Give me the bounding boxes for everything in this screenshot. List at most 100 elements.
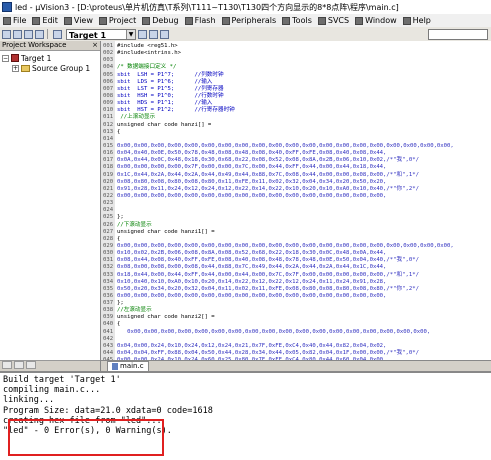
- line-text: #include<intrins.h>: [117, 50, 181, 57]
- target-select[interactable]: Target 1 ▼: [66, 28, 136, 40]
- menu-item-tools[interactable]: Tools: [282, 16, 312, 25]
- download-icon[interactable]: [53, 29, 62, 39]
- code-line: 018 0x00,0x00,0x00,0x00,0x7F,0x00,0x00,0x…: [103, 164, 491, 171]
- tab-files[interactable]: [2, 361, 12, 369]
- batch-build-icon[interactable]: [24, 29, 33, 39]
- tab-regs[interactable]: [14, 361, 24, 369]
- file-extensions-icon[interactable]: [149, 29, 158, 39]
- menu-item-label: Help: [412, 16, 431, 25]
- code-line: 031 0x08,0x44,0x08,0x40,0xFF,0xFE,0x08,0x…: [103, 257, 491, 264]
- line-number: 022: [103, 192, 114, 199]
- menu-item-label: Flash: [194, 16, 216, 25]
- close-icon[interactable]: ×: [92, 41, 98, 50]
- line-text: 0x08,0x00,0x08,0x00,0x08,0x44,0x88,0x7C,…: [117, 264, 387, 271]
- line-text: //上滚动显示: [117, 114, 156, 121]
- line-number: 032: [103, 264, 114, 271]
- line-number: 042: [103, 335, 114, 342]
- menu-item-label: View: [73, 16, 93, 25]
- menu-bar: File Edit View Project Debug Flash Peripherals…: [0, 14, 491, 27]
- tree-node-label: Source Group 1: [32, 63, 91, 73]
- toolbar-separator: [47, 29, 48, 39]
- line-number: 038: [103, 307, 114, 314]
- code-line: 012 unsigned char code hanzi[] =: [103, 122, 491, 129]
- menu-item-view[interactable]: View: [63, 16, 93, 25]
- menu-item-edit[interactable]: Edit: [32, 16, 58, 25]
- tab-books[interactable]: [26, 361, 36, 369]
- menu-item-help[interactable]: Help: [402, 16, 431, 25]
- line-number: 023: [103, 200, 114, 207]
- code-line: 014: [103, 136, 491, 143]
- line-text: 0x0A,0x44,0x0C,0x48,0x18,0x30,0x68,0x22,…: [117, 157, 419, 164]
- menu-item-label: SVCS: [327, 16, 350, 25]
- code-line: 043 0x04,0x00,0x24,0x10,0x24,0x12,0x24,0x…: [103, 343, 491, 350]
- stop-build-icon[interactable]: [35, 29, 44, 39]
- code-line: 044 0x04,0x04,0xFF,0x88,0x04,0x50,0x44,0x…: [103, 350, 491, 357]
- window-title: led - μVision3 - [D:\proteus\单片机仿真\T系列\T…: [15, 2, 399, 12]
- folder-icon: [21, 64, 30, 72]
- menu-item-file[interactable]: File: [3, 16, 26, 25]
- code-line: 041 0x00,0x00,0x00,0x00,0x00,0x00,0x00,0…: [103, 329, 491, 336]
- code-line: 038//左滚动显示: [103, 307, 491, 314]
- line-number: 036: [103, 292, 114, 299]
- code-lines: 001 #include <reg51.h> 002 #include<intrins…: [103, 43, 491, 360]
- output-line: compiling main.c...: [3, 385, 101, 396]
- code-line: 034 0x10,0x40,0x10,0xA0,0x10,0x20,0x14,0x…: [103, 279, 491, 286]
- collapse-icon[interactable]: −: [2, 54, 9, 62]
- menu-item-window[interactable]: Window: [355, 16, 397, 25]
- workspace-title: Project Workspace: [2, 41, 67, 49]
- editor-tab-bar: main.c: [101, 360, 491, 371]
- line-number: 029: [103, 242, 114, 249]
- rebuild-icon[interactable]: [13, 29, 22, 39]
- menu-item-label: Edit: [42, 16, 58, 25]
- code-line: 013{: [103, 129, 491, 136]
- expand-icon[interactable]: +: [12, 64, 19, 72]
- line-text: sbit LSH = P1^7; //列数时钟: [117, 71, 224, 78]
- output-line: Build target 'Target 1': [3, 375, 121, 385]
- line-number: 005: [103, 71, 114, 78]
- code-line: 021 0x91,0x28,0x11,0x24,0x12,0x24,0x12,0x…: [103, 186, 491, 193]
- line-text: 0x08,0x80,0x08,0x80,0x08,0x80,0x11,0xFE,…: [117, 178, 387, 185]
- menu-item-debug[interactable]: Debug: [142, 16, 179, 25]
- output-line: linking...: [3, 395, 55, 406]
- menu-item-flash[interactable]: Flash: [184, 16, 216, 25]
- line-text: };: [117, 214, 124, 221]
- code-line: 025};: [103, 214, 491, 221]
- tab-main-c[interactable]: main.c: [107, 361, 149, 371]
- line-number: 002: [103, 50, 114, 57]
- code-line: 015 0x00,0x00,0x00,0x00,0x00,0x00,0x00,0x…: [103, 143, 491, 150]
- line-text: 0x91,0x28,0x11,0x24,0x12,0x24,0x12,0x22,…: [117, 185, 419, 192]
- menu-item-project[interactable]: Project: [98, 16, 136, 25]
- tree-node[interactable]: + Source Group 1: [2, 63, 100, 73]
- tab-label: main.c: [120, 362, 144, 370]
- find-combo[interactable]: [428, 28, 488, 40]
- code-area[interactable]: 001 #include <reg51.h> 002 #include<intrins…: [101, 41, 491, 360]
- code-line: 017 0x0A,0x44,0x0C,0x48,0x18,0x30,0x68,0x…: [103, 157, 491, 164]
- menu-item-peripherals[interactable]: Peripherals: [221, 16, 276, 25]
- line-number: 015: [103, 142, 114, 149]
- project-tree: − Target 1 + Source Group 1: [0, 51, 100, 73]
- line-text: unsigned char code hanzi[] =: [117, 121, 212, 128]
- line-number: 033: [103, 271, 114, 278]
- tree-node[interactable]: − Target 1: [2, 53, 100, 63]
- manage-components-icon[interactable]: [160, 29, 169, 39]
- line-text: {: [117, 235, 121, 242]
- code-line: 033 0x18,0x44,0x00,0x44,0xFF,0x44,0x00,0x…: [103, 272, 491, 279]
- line-text: //下滚动显示: [117, 221, 152, 228]
- menu-file-icon: [3, 16, 11, 25]
- menu-flash-icon: [184, 16, 193, 25]
- line-number: 001: [103, 43, 114, 49]
- line-text: 0x04,0x04,0xFF,0x88,0x04,0x50,0x44,0x28,…: [117, 350, 419, 357]
- target-options-icon[interactable]: [138, 29, 147, 39]
- code-line: 022 0x00,0x00,0x00,0x00,0x00,0x00,0x00,0x…: [103, 193, 491, 200]
- line-number: 003: [103, 57, 114, 64]
- menu-item-svcs[interactable]: SVCS: [317, 16, 350, 25]
- line-number: 026: [103, 221, 114, 228]
- line-number: 012: [103, 121, 114, 128]
- chevron-down-icon[interactable]: ▼: [126, 29, 135, 39]
- code-line: 026//下滚动显示: [103, 222, 491, 229]
- output-line: Program Size: data=21.0 xdata=0 code=161…: [3, 405, 213, 416]
- menu-help-icon: [402, 16, 411, 25]
- build-icon[interactable]: [2, 29, 11, 39]
- code-line: 001 #include <reg51.h>: [103, 43, 491, 50]
- workspace-header: Project Workspace ×: [0, 41, 100, 51]
